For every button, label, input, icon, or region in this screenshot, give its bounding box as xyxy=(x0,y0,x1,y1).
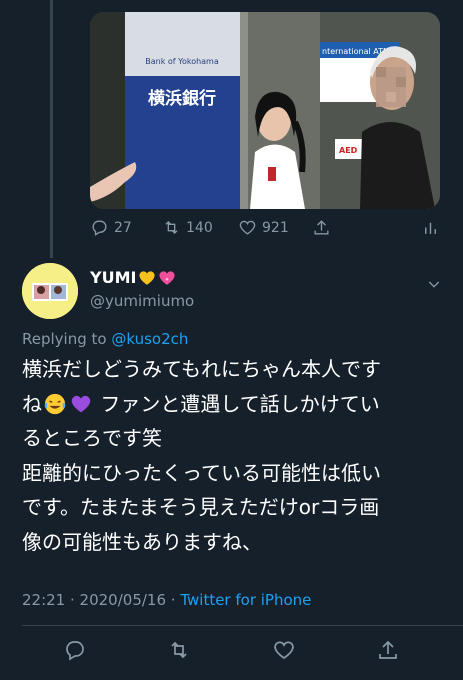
retweet-icon[interactable] xyxy=(167,638,191,662)
tweet-metadata: 22:21 · 2020/05/16 · Twitter for iPhone xyxy=(22,591,311,609)
replying-to-handle-link[interactable]: @kuso2ch xyxy=(111,330,188,348)
divider xyxy=(22,625,463,626)
heart-icon xyxy=(239,220,256,235)
reply-count: 27 xyxy=(114,219,132,236)
retweet-count: 140 xyxy=(186,219,213,236)
yellow-heart-icon xyxy=(139,270,156,285)
tweet-text-part2: ファンと遭遇して話しかけてい るところです笑 距離的にひったくっている可能性は低… xyxy=(22,391,381,554)
purple-heart-emoji-icon xyxy=(71,395,91,412)
replying-to: Replying to @kuso2ch xyxy=(22,330,188,348)
sparkling-heart-icon xyxy=(159,270,176,285)
heart-icon[interactable] xyxy=(272,638,296,662)
like-action[interactable]: 921 xyxy=(238,218,289,237)
display-name-row: YUMI xyxy=(90,268,176,287)
meta-separator-2: · xyxy=(166,591,181,609)
reply-action[interactable]: 27 xyxy=(90,218,132,237)
parent-tweet-actions: 27 140 921 xyxy=(90,218,440,240)
aed-sign: AED xyxy=(339,146,358,155)
retweet-icon xyxy=(165,221,178,234)
tweet-actions xyxy=(0,638,463,664)
reply-icon[interactable] xyxy=(63,638,87,662)
display-name[interactable]: YUMI xyxy=(90,268,136,287)
share-action[interactable] xyxy=(312,218,331,237)
analytics-action[interactable] xyxy=(421,218,440,237)
retweet-action[interactable]: 140 xyxy=(162,218,213,237)
tweet-time: 22:21 xyxy=(22,591,66,609)
share-icon xyxy=(314,220,329,235)
meta-separator-1: · xyxy=(65,591,80,609)
reply-icon xyxy=(92,220,107,236)
laughing-crying-emoji-icon xyxy=(44,393,66,414)
bank-big-sign: 横浜銀行 xyxy=(148,88,216,109)
analytics-icon xyxy=(425,222,436,234)
replying-to-label: Replying to xyxy=(22,330,112,348)
tweet-date: 2020/05/16 xyxy=(79,591,167,609)
user-handle[interactable]: @yumimiumo xyxy=(90,292,194,310)
tweet-text: 横浜だしどうみてもれにちゃん本人です ね ファンと遭遇して話しかけてい るところ… xyxy=(22,352,454,559)
thread-connector-line xyxy=(50,0,53,258)
chevron-down-icon[interactable] xyxy=(426,276,442,292)
share-icon[interactable] xyxy=(376,638,400,662)
like-count: 921 xyxy=(262,219,289,236)
tweet-source-link[interactable]: Twitter for iPhone xyxy=(180,591,311,609)
avatar[interactable] xyxy=(22,263,78,319)
bank-small-sign: Bank of Yokohama xyxy=(145,57,219,66)
tweet-photo[interactable]: Bank of Yokohama 横浜銀行 nternational ATM A… xyxy=(90,12,440,209)
